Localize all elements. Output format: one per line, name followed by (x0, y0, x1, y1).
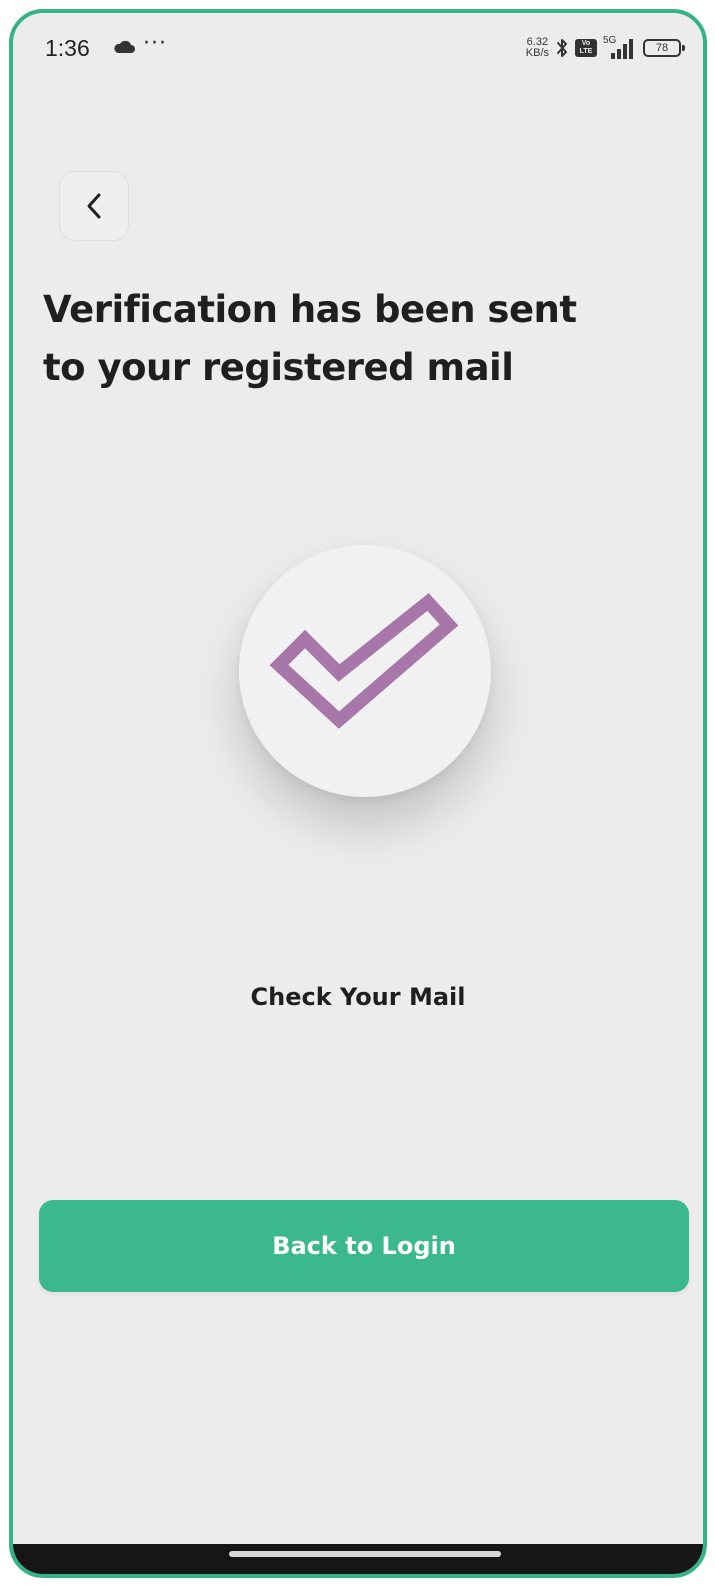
checkmark-icon (269, 593, 459, 729)
signal-bars (611, 39, 633, 59)
network-speed-unit: KB/s (525, 47, 549, 59)
back-to-login-button[interactable]: Back to Login (39, 1200, 689, 1292)
more-notifications-icon: ··· (143, 31, 167, 56)
status-indicators: 6.32 KB/s Vo LTE 5G 78 (526, 33, 685, 63)
status-time: 1:36 (45, 35, 90, 61)
battery-level: 78 (655, 42, 669, 54)
volte-top: Vo (581, 40, 591, 47)
battery-icon: 78 (643, 39, 685, 57)
signal-icon: 5G (603, 35, 637, 59)
success-illustration (239, 545, 491, 797)
home-indicator[interactable] (229, 1551, 501, 1557)
chevron-left-icon (87, 193, 101, 219)
app-screen: 1:36 ··· 6.32 KB/s Vo LTE 5G 78 Verifica… (9, 9, 707, 1578)
system-nav-bar (13, 1544, 703, 1574)
status-bar: 1:36 ··· 6.32 KB/s Vo LTE 5G 78 (13, 13, 703, 83)
phone-frame: 1:36 ··· 6.32 KB/s Vo LTE 5G 78 Verifica… (0, 0, 715, 1586)
page-title: Verification has been sent to your regis… (43, 288, 577, 389)
back-button[interactable] (59, 171, 129, 241)
bluetooth-icon (557, 39, 567, 57)
check-mail-caption: Check Your Mail (250, 983, 466, 1011)
volte-icon: Vo LTE (575, 39, 597, 57)
network-speed: 6.32 KB/s (526, 37, 549, 59)
volte-bottom: LTE (579, 48, 593, 55)
cloud-icon (114, 40, 135, 53)
